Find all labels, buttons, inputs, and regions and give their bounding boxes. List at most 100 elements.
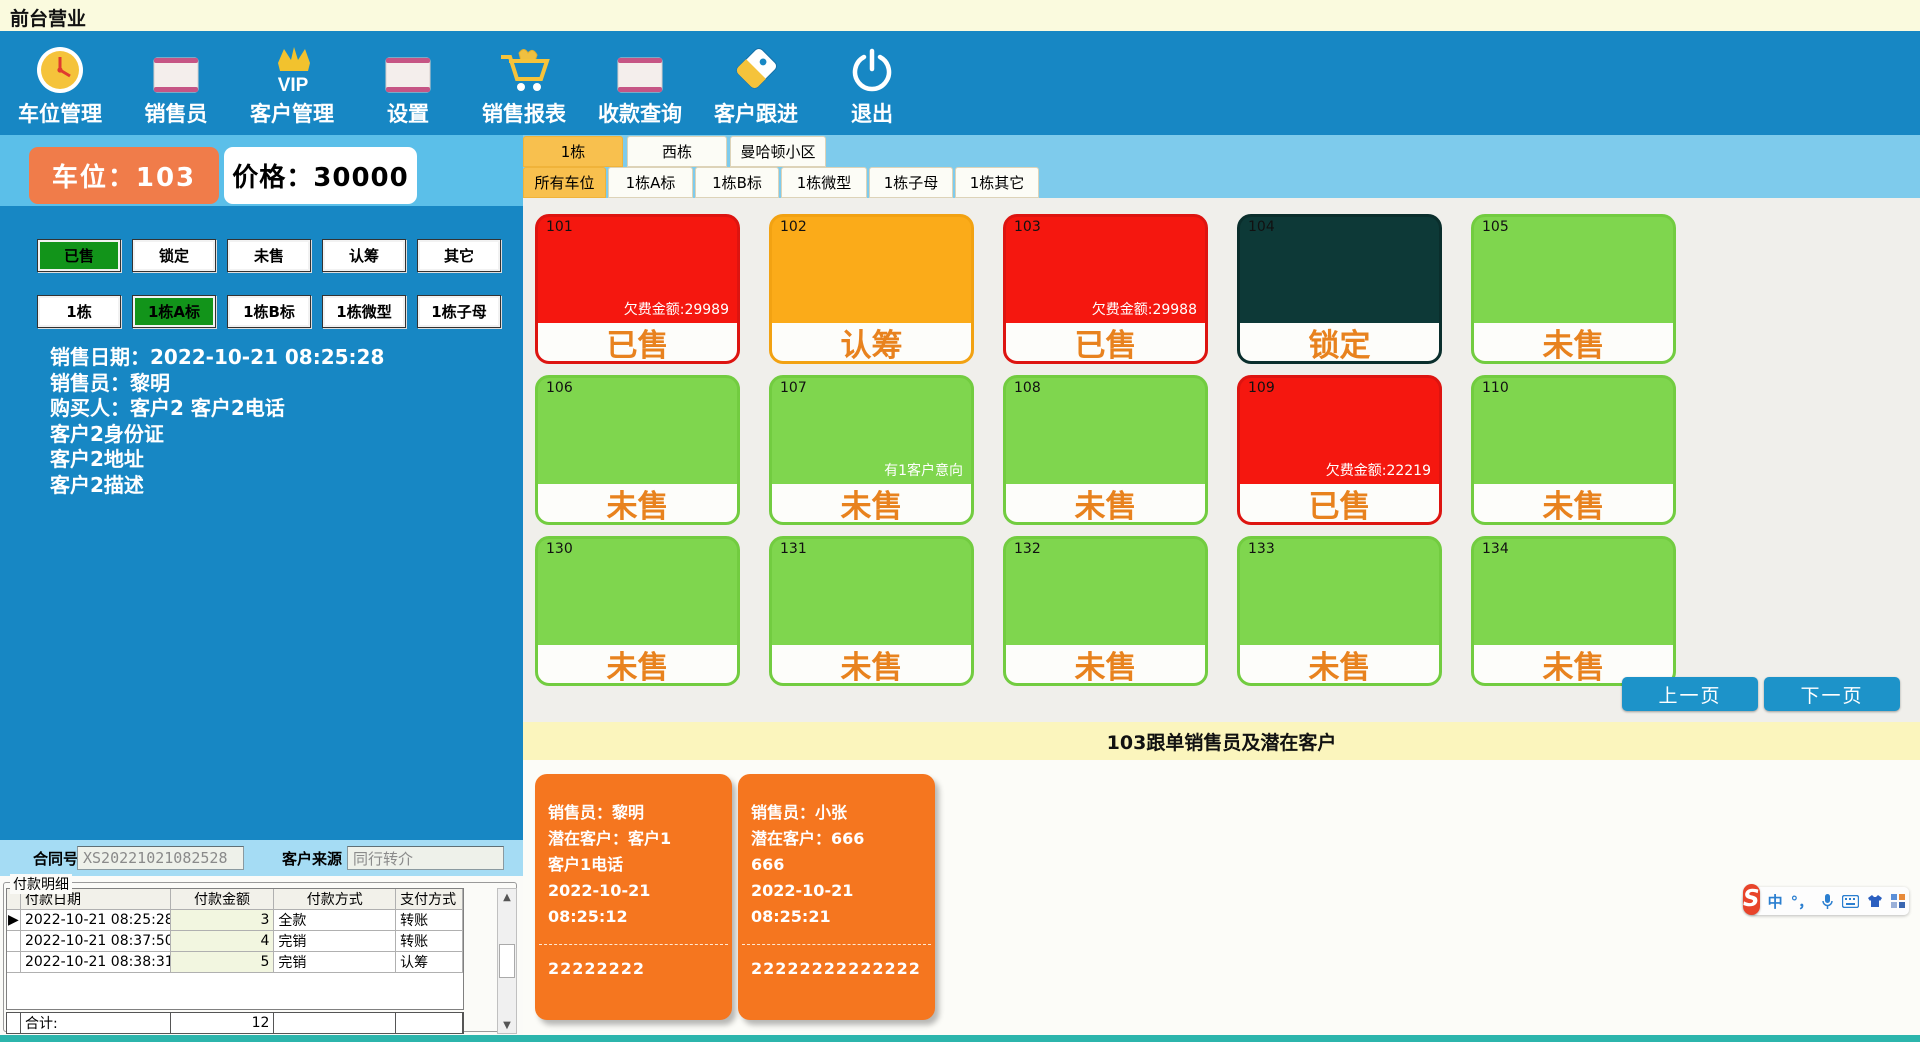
toolbar-button-salesperson[interactable]: 销售员 — [130, 39, 222, 128]
space-number: 108 — [1014, 380, 1041, 396]
toolbar-button-sales-report[interactable]: 销售报表 — [478, 39, 570, 128]
left-panel: 已售 锁定 未售 认筹 其它 1栋 1栋A标 1栋B标 1栋微型 1栋子母 销售… — [0, 206, 523, 840]
power-icon — [848, 39, 896, 95]
payment-row[interactable]: ▶ 2022-10-21 08:25:28 3 全款 转账 — [7, 910, 463, 931]
total-label: 合计: — [21, 1013, 171, 1033]
scrollbar-thumb[interactable] — [499, 944, 515, 978]
space-note: 欠费金额:22219 — [1326, 460, 1431, 480]
pay-amount-cell: 4 — [171, 931, 275, 952]
customer-source-input[interactable] — [347, 846, 504, 870]
status-button-locked[interactable]: 锁定 — [132, 239, 216, 272]
zone-button-building1-a[interactable]: 1栋A标 — [132, 295, 216, 328]
row-gutter — [7, 952, 21, 973]
col-pay-channel[interactable]: 支付方式 — [396, 889, 463, 910]
parking-space-card-102[interactable]: 102 认筹 — [769, 214, 974, 364]
parking-space-card-132[interactable]: 132 未售 — [1003, 536, 1208, 686]
total-empty-cell — [274, 1013, 396, 1033]
follow-card-lines: 销售员：小张 潜在客户：666 666 2022-10-21 08:25:21 — [738, 774, 935, 930]
scroll-down-icon[interactable]: ▼ — [503, 1017, 511, 1033]
zone-button-building1-b[interactable]: 1栋B标 — [227, 295, 311, 328]
tab-zone-a[interactable]: 1栋A标 — [608, 167, 693, 198]
space-number: 131 — [780, 541, 807, 557]
space-note: 有1客户意向 — [884, 460, 963, 480]
window-title: 前台营业 — [0, 0, 86, 31]
total-value: 12 — [171, 1013, 275, 1033]
punctuation-icon[interactable]: °， — [1791, 891, 1814, 912]
space-number: 102 — [780, 219, 807, 235]
bottom-status-strip — [0, 1035, 1920, 1042]
payment-row[interactable]: 2022-10-21 08:37:50 4 完销 转账 — [7, 931, 463, 952]
status-button-subscribed[interactable]: 认筹 — [322, 239, 406, 272]
payment-table-scrollbar[interactable]: ▲ ▼ — [497, 888, 517, 1034]
parking-space-card-106[interactable]: 106 未售 — [535, 375, 740, 525]
mic-icon[interactable] — [1821, 893, 1834, 910]
toolbar-button-settings[interactable]: 设置 — [362, 39, 454, 128]
next-page-button[interactable]: 下一页 — [1764, 677, 1900, 711]
tab-manhattan[interactable]: 曼哈顿小区 — [730, 136, 826, 167]
parking-space-card-109[interactable]: 109 欠费金额:22219 已售 — [1237, 375, 1442, 525]
contract-no-label: 合同号 — [33, 848, 78, 869]
parking-space-card-131[interactable]: 131 未售 — [769, 536, 974, 686]
col-pay-amount[interactable]: 付款金额 — [171, 889, 275, 910]
status-button-other[interactable]: 其它 — [417, 239, 501, 272]
toolbar-button-customer-management[interactable]: VIP 客户管理 — [246, 39, 338, 128]
chinese-mode-icon[interactable]: 中 — [1768, 891, 1783, 912]
skin-icon[interactable] — [1867, 894, 1883, 908]
window-titlebar: 前台营业 — [0, 0, 1920, 31]
tab-all-spaces[interactable]: 所有车位 — [523, 167, 606, 198]
follow-card-liming[interactable]: 销售员：黎明 潜在客户：客户1 客户1电话 2022-10-21 08:25:1… — [535, 774, 732, 1020]
buyer-address-line: 客户2地址 — [50, 447, 384, 473]
tab-building-1[interactable]: 1栋 — [523, 136, 623, 167]
zone-button-building1[interactable]: 1栋 — [37, 295, 121, 328]
zone-button-building1-tandem[interactable]: 1栋子母 — [417, 295, 501, 328]
col-pay-method[interactable]: 付款方式 — [274, 889, 396, 910]
parking-space-card-105[interactable]: 105 未售 — [1471, 214, 1676, 364]
toolbar-label: 车位管理 — [18, 98, 102, 128]
parking-space-card-104[interactable]: 104 锁定 — [1237, 214, 1442, 364]
toolbar-button-parking-management[interactable]: 车位管理 — [14, 39, 106, 128]
keyboard-icon[interactable] — [1842, 895, 1859, 908]
pay-method-cell: 完销 — [274, 931, 396, 952]
toolbar-button-exit[interactable]: 退出 — [826, 39, 918, 128]
parking-space-card-130[interactable]: 130 未售 — [535, 536, 740, 686]
buyer-note-line: 客户2描述 — [50, 473, 384, 499]
tab-building-west[interactable]: 西栋 — [627, 136, 727, 167]
tab-zone-other[interactable]: 1栋其它 — [955, 167, 1039, 198]
parking-space-card-133[interactable]: 133 未售 — [1237, 536, 1442, 686]
toolbar-label: 客户跟进 — [714, 98, 798, 128]
tab-zone-b[interactable]: 1栋B标 — [695, 167, 779, 198]
tab-zone-mini[interactable]: 1栋微型 — [781, 167, 867, 198]
status-button-sold[interactable]: 已售 — [37, 239, 121, 272]
toolbox-icon[interactable] — [1891, 894, 1905, 908]
parking-space-card-101[interactable]: 101 欠费金额:29989 已售 — [535, 214, 740, 364]
space-status: 未售 — [1474, 323, 1673, 361]
pay-method-cell: 完销 — [274, 952, 396, 973]
follow-date-line: 2022-10-21 08:25:21 — [751, 878, 922, 930]
pay-channel-cell: 转账 — [396, 910, 463, 931]
selected-space-box: 车位：103 — [29, 147, 219, 204]
main-toolbar: 车位管理 销售员 VIP 客户管理 设置 销售报表 — [0, 31, 1920, 135]
parking-space-card-108[interactable]: 108 未售 — [1003, 375, 1208, 525]
parking-space-card-134[interactable]: 134 未售 — [1471, 536, 1676, 686]
sogou-logo-icon[interactable]: S — [1743, 884, 1760, 915]
space-note: 欠费金额:29988 — [1092, 299, 1197, 319]
payment-row[interactable]: 2022-10-21 08:38:31 5 完销 认筹 — [7, 952, 463, 973]
status-button-unsold[interactable]: 未售 — [227, 239, 311, 272]
parking-space-card-107[interactable]: 107 有1客户意向 未售 — [769, 375, 974, 525]
scroll-up-icon[interactable]: ▲ — [503, 889, 511, 905]
parking-space-card-103[interactable]: 103 欠费金额:29988 已售 — [1003, 214, 1208, 364]
space-status: 认筹 — [772, 323, 971, 361]
toolbar-button-payment-inquiry[interactable]: 收款查询 — [594, 39, 686, 128]
toolbar-button-customer-follow[interactable]: 客户跟进 — [710, 39, 802, 128]
tab-zone-tandem[interactable]: 1栋子母 — [869, 167, 953, 198]
envelope-icon — [616, 39, 664, 95]
follow-card-xiaozhang[interactable]: 销售员：小张 潜在客户：666 666 2022-10-21 08:25:21 … — [738, 774, 935, 1020]
prev-page-button[interactable]: 上一页 — [1622, 677, 1758, 711]
contract-no-input[interactable] — [77, 846, 244, 870]
space-number: 134 — [1482, 541, 1509, 557]
sale-date-line: 销售日期：2022-10-21 08:25:28 — [50, 345, 384, 371]
parking-space-card-110[interactable]: 110 未售 — [1471, 375, 1676, 525]
space-status: 未售 — [772, 484, 971, 522]
space-status: 锁定 — [1240, 323, 1439, 361]
zone-button-building1-mini[interactable]: 1栋微型 — [322, 295, 406, 328]
